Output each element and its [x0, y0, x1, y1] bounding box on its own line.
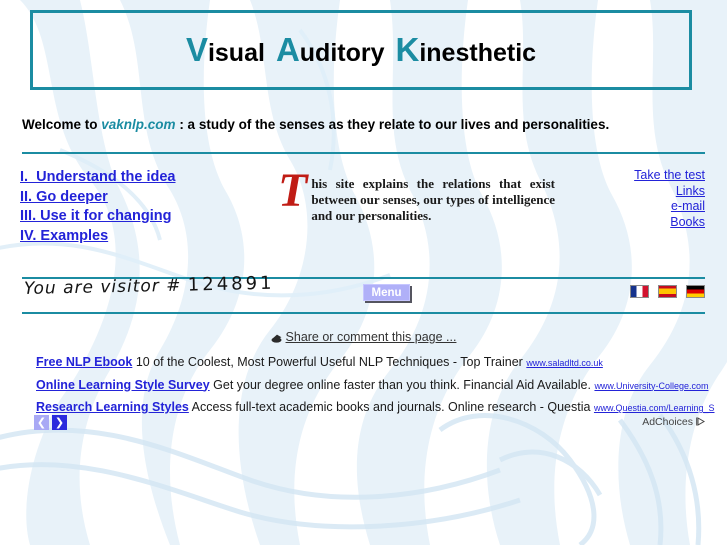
title-cap-v: V	[185, 31, 208, 68]
divider-bottom	[22, 312, 705, 314]
nav-item-understand[interactable]: I. Understand the idea	[20, 168, 250, 188]
french-flag-icon[interactable]	[630, 285, 649, 298]
side-link-links[interactable]: Links	[525, 184, 705, 200]
main-navigation: I. Understand the idea II. Go deeper III…	[20, 168, 250, 246]
adchoices-link[interactable]: AdChoices	[642, 416, 705, 428]
ads-prev-button[interactable]: ❮	[34, 415, 49, 430]
title-cap-a: A	[275, 31, 300, 68]
intro-paragraph: This site explains the relations that ex…	[278, 167, 555, 224]
secondary-links: Take the test Links e-mail Books	[525, 168, 705, 230]
title-cap-k: K	[395, 31, 420, 68]
title-rest-auditory: uditory	[299, 39, 385, 67]
nav-item-use-it-for-changing[interactable]: III. Use it for changing	[20, 207, 250, 227]
menu-button[interactable]: Menu	[363, 284, 410, 301]
share-or-comment-link[interactable]: Share or comment this page ...	[271, 330, 457, 344]
nav-item-examples[interactable]: IV. Examples	[20, 227, 250, 247]
page-title: Visual Auditory Kinesthetic	[186, 31, 536, 69]
german-flag-icon[interactable]	[686, 285, 705, 298]
divider-top	[22, 152, 705, 154]
ads-next-button[interactable]: ❯	[52, 415, 67, 430]
language-selector	[630, 285, 705, 298]
ad-description: 10 of the Coolest, Most Powerful Useful …	[135, 355, 523, 369]
intro-text: his site explains the relations that exi…	[311, 176, 555, 223]
ads-block: Free NLP Ebook 10 of the Coolest, Most P…	[36, 352, 716, 420]
welcome-line: Welcome to vaknlp.com : a study of the s…	[22, 117, 609, 132]
adchoices-label: AdChoices	[642, 416, 693, 428]
ad-title[interactable]: Online Learning Style Survey	[36, 378, 210, 392]
ad-title[interactable]: Research Learning Styles	[36, 400, 189, 414]
visitor-counter-number: 124891	[187, 272, 275, 296]
title-rest-kinesthetic: inesthetic	[419, 39, 537, 67]
adchoices-triangle-icon	[696, 417, 705, 426]
ad-row: Online Learning Style Survey Get your de…	[36, 375, 716, 398]
visitor-counter: You are visitor # 124891	[24, 273, 275, 299]
side-link-books[interactable]: Books	[525, 215, 705, 231]
welcome-suffix: : a study of the senses as they relate t…	[175, 117, 610, 132]
ad-url[interactable]: www.University-College.com	[594, 381, 708, 391]
share-icon	[271, 334, 282, 343]
site-name: vaknlp.com	[101, 117, 176, 132]
ad-description: Access full-text academic books and jour…	[191, 400, 591, 414]
ad-title[interactable]: Free NLP Ebook	[36, 355, 132, 369]
share-label: Share or comment this page ...	[285, 330, 457, 344]
side-link-take-the-test[interactable]: Take the test	[525, 168, 705, 184]
side-link-email[interactable]: e-mail	[525, 199, 705, 215]
welcome-prefix: Welcome to	[22, 117, 102, 132]
spanish-flag-icon[interactable]	[658, 285, 677, 298]
ad-row: Free NLP Ebook 10 of the Coolest, Most P…	[36, 352, 716, 375]
ad-row: Research Learning Styles Access full-tex…	[36, 397, 716, 420]
visitor-counter-label: You are visitor #	[23, 275, 189, 299]
share-row: Share or comment this page ...	[0, 328, 727, 346]
ads-pagination: ❮ ❯	[34, 415, 67, 430]
drop-cap-letter: T	[278, 164, 308, 217]
ad-url[interactable]: www.saladltd.co.uk	[526, 358, 603, 368]
site-header-banner: Visual Auditory Kinesthetic	[30, 10, 692, 90]
ad-url[interactable]: www.Questia.com/Learning_S	[594, 403, 715, 413]
title-rest-visual: isual	[207, 39, 265, 67]
ad-description: Get your degree online faster than you t…	[213, 377, 591, 392]
nav-item-go-deeper[interactable]: II. Go deeper	[20, 188, 250, 208]
